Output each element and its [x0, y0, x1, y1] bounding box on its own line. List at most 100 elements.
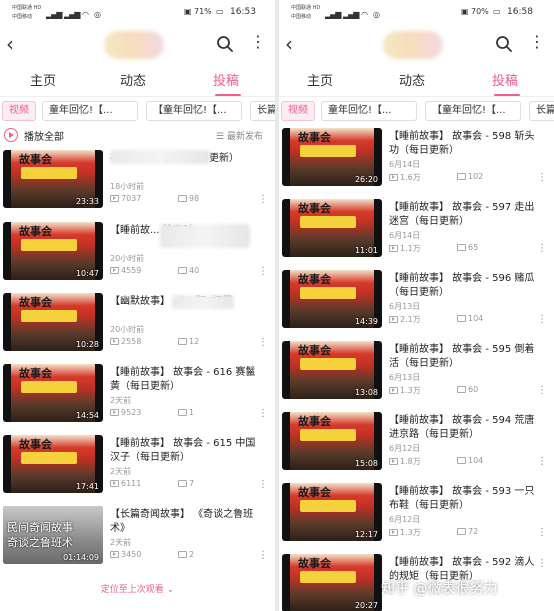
video-thumbnail[interactable]: 故事会 11:01 — [282, 199, 382, 257]
chip-playlist-3[interactable]: 长篇 — [529, 101, 554, 121]
video-item[interactable]: 故事会 17:41 【睡前故事】 故事会 - 615 中国汉子（每日更新） 2天前… — [0, 435, 275, 505]
play-count-icon — [389, 458, 398, 465]
tab-dynamics[interactable]: 动态 — [120, 70, 146, 89]
video-menu-icon[interactable]: ⋮ — [537, 172, 547, 183]
video-item[interactable]: 民间奇闻故事 奇谈之鲁班术 01:14:09 【长篇奇闻故事】 《奇谈之鲁班术》 … — [0, 506, 275, 576]
thumbnail-masthead: 故事会 — [298, 557, 331, 570]
video-thumbnail[interactable]: 故事会 14:54 — [3, 364, 103, 422]
video-item[interactable]: 故事会 10:47 【睡前故... 给吉时 20小时前 4559 40 ⋮ — [0, 222, 275, 292]
play-all-label[interactable]: 播放全部 — [24, 128, 64, 143]
video-item[interactable]: 故事会 13:08 【睡前故事】 故事会 - 595 倒着活（每日更新） 6月13… — [279, 341, 554, 411]
video-title[interactable]: 【睡前故事】 故事会 - 616 赛鬣黄（每日更新） — [110, 366, 260, 394]
more-options-icon[interactable]: ⋮ — [529, 34, 545, 50]
video-item[interactable]: 故事会 12:17 【睡前故事】 故事会 - 593 一只布鞋（每日更新） 6月1… — [279, 483, 554, 553]
sort-latest[interactable]: ☰ 最新发布 — [216, 129, 263, 142]
video-item[interactable]: 故事会 14:39 【睡前故事】 故事会 - 596 赌瓜（每日更新） 6月13日… — [279, 270, 554, 340]
comment-count-icon — [178, 338, 187, 345]
video-menu-icon[interactable]: ⋮ — [258, 479, 268, 490]
video-menu-icon[interactable]: ⋮ — [537, 456, 547, 467]
tab-submissions[interactable]: 投稿 — [213, 70, 239, 89]
video-item[interactable]: 故事会 26:20 【睡前故事】 故事会 - 598 斩头功（每日更新） 6月14… — [279, 128, 554, 198]
video-thumbnail[interactable]: 故事会 15:08 — [282, 412, 382, 470]
comment-count: 1 — [189, 408, 195, 417]
battery-icon: ▭ — [493, 7, 501, 16]
video-menu-icon[interactable]: ⋮ — [258, 266, 268, 277]
chip-playlist-3[interactable]: 长篇 — [250, 101, 275, 121]
video-thumbnail[interactable]: 故事会 14:39 — [282, 270, 382, 328]
chip-playlist-1[interactable]: 童年回忆!【... — [321, 101, 417, 121]
video-menu-icon[interactable]: ⋮ — [537, 527, 547, 538]
tab-home[interactable]: 主页 — [307, 70, 333, 89]
video-menu-icon[interactable]: ⋮ — [537, 314, 547, 325]
video-menu-icon[interactable]: ⋮ — [258, 408, 268, 419]
tab-dynamics[interactable]: 动态 — [399, 70, 425, 89]
comment-count: 60 — [468, 385, 479, 394]
video-thumbnail[interactable]: 故事会 17:41 — [3, 435, 103, 493]
video-publish-time: 20小时前 — [110, 254, 145, 263]
filter-chips: 视频 童年回忆!【... 【童年回忆!【... 长篇 — [0, 97, 275, 125]
chip-videos[interactable]: 视频 — [2, 101, 36, 121]
video-thumbnail[interactable]: 故事会 10:28 — [3, 293, 103, 351]
search-icon[interactable] — [216, 35, 234, 53]
video-thumbnail[interactable]: 故事会 23:33 — [3, 150, 103, 208]
video-duration: 20:27 — [354, 601, 378, 610]
video-title[interactable]: 【长篇奇闻故事】 《奇谈之鲁班术》 — [110, 508, 260, 536]
video-title[interactable]: 【睡前故事】 故事会 - 598 斩头功（每日更新） — [389, 130, 539, 158]
thumbnail-masthead: 故事会 — [298, 131, 331, 144]
video-title[interactable]: 【睡前故事】 故事会 - 594 荒唐进京路（每日更新） — [389, 414, 539, 442]
tab-home[interactable]: 主页 — [30, 70, 56, 89]
video-menu-icon[interactable]: ⋮ — [537, 385, 547, 396]
video-publish-time: 6月12日 — [389, 444, 421, 453]
video-menu-icon[interactable]: ⋮ — [537, 243, 547, 254]
video-publish-time: 6月14日 — [389, 231, 421, 240]
video-thumbnail[interactable]: 故事会 12:17 — [282, 483, 382, 541]
comment-count: 104 — [468, 314, 484, 323]
sort-label: 最新发布 — [226, 132, 263, 142]
video-duration: 23:33 — [75, 197, 99, 206]
video-thumbnail[interactable]: 故事会 10:47 — [3, 222, 103, 280]
video-title[interactable]: 【睡前故事】 故事会 - 593 一只布鞋（每日更新） — [389, 485, 539, 513]
video-title[interactable]: 【睡前故事】 故事会 - 595 倒着活（每日更新） — [389, 343, 539, 371]
video-title[interactable]: 【睡前故事】 故事会 - 596 赌瓜（每日更新） — [389, 272, 539, 300]
video-title[interactable]: 【睡前故事】 故事会 - 615 中国汉子（每日更新） — [110, 437, 260, 465]
video-item[interactable]: 故事会 14:54 【睡前故事】 故事会 - 616 赛鬣黄（每日更新） 2天前 … — [0, 364, 275, 434]
video-duration: 10:28 — [75, 340, 99, 349]
video-thumbnail[interactable]: 故事会 20:27 — [282, 554, 382, 611]
chip-playlist-2[interactable]: 【童年回忆!【... — [425, 101, 521, 121]
more-options-icon[interactable]: ⋮ — [250, 34, 266, 50]
video-item[interactable]: 故事会 15:08 【睡前故事】 故事会 - 594 荒唐进京路（每日更新） 6月… — [279, 412, 554, 482]
screenshot-left: 中国联通 HD 中国移动 ▂▄▆ ▂▄▆ ◠ ◎ ▣ 71% ▭ 16:53 ‹… — [0, 0, 275, 611]
video-item[interactable]: 故事会 11:01 【睡前故事】 故事会 - 597 走出迷宫（每日更新） 6月1… — [279, 199, 554, 269]
tab-submissions[interactable]: 投稿 — [492, 70, 518, 89]
play-count: 1.1万 — [400, 244, 421, 253]
redacted-text — [110, 150, 210, 164]
video-item[interactable]: 故事会 10:28 【幽默故事】 - 24 阿P打假 20小时前 2558 12 … — [0, 293, 275, 363]
nfc-icon: ◎ — [94, 10, 101, 19]
back-icon[interactable]: ‹ — [285, 32, 293, 56]
redacted-text — [160, 224, 250, 248]
video-thumbnail[interactable]: 故事会 26:20 — [282, 128, 382, 186]
video-menu-icon[interactable]: ⋮ — [537, 558, 547, 569]
video-thumbnail[interactable]: 民间奇闻故事 奇谈之鲁班术 01:14:09 — [3, 506, 103, 564]
comment-count: 98 — [189, 194, 200, 203]
chip-playlist-1[interactable]: 童年回忆!【... — [42, 101, 138, 121]
carrier-info: 中国联通 HD 中国移动 — [12, 4, 41, 22]
thumbnail-caption: 民间奇闻故事 奇谈之鲁班术 — [7, 521, 73, 549]
play-count: 3450 — [121, 550, 142, 559]
clock: 16:53 — [230, 7, 256, 17]
search-icon[interactable] — [495, 35, 513, 53]
video-thumbnail[interactable]: 故事会 13:08 — [282, 341, 382, 399]
video-title[interactable]: 【睡前故事】 故事会 - 597 走出迷宫（每日更新） — [389, 201, 539, 229]
blurred-username — [383, 31, 443, 59]
video-item[interactable]: 故事会23:33 - 618 太子迷阵（每日更新） 18小时前 7037 98 … — [0, 150, 275, 220]
video-menu-icon[interactable]: ⋮ — [258, 194, 268, 205]
chip-playlist-2[interactable]: 【童年回忆!【... — [146, 101, 242, 121]
back-icon[interactable]: ‹ — [6, 32, 14, 56]
play-count-icon — [389, 245, 398, 252]
play-all-icon[interactable] — [4, 128, 18, 142]
video-menu-icon[interactable]: ⋮ — [258, 550, 268, 561]
chip-videos[interactable]: 视频 — [281, 101, 315, 121]
jump-to-last-watched[interactable]: 定位至上次观看 ⌄ — [0, 582, 275, 595]
comment-count-icon — [178, 195, 187, 202]
video-menu-icon[interactable]: ⋮ — [258, 337, 268, 348]
